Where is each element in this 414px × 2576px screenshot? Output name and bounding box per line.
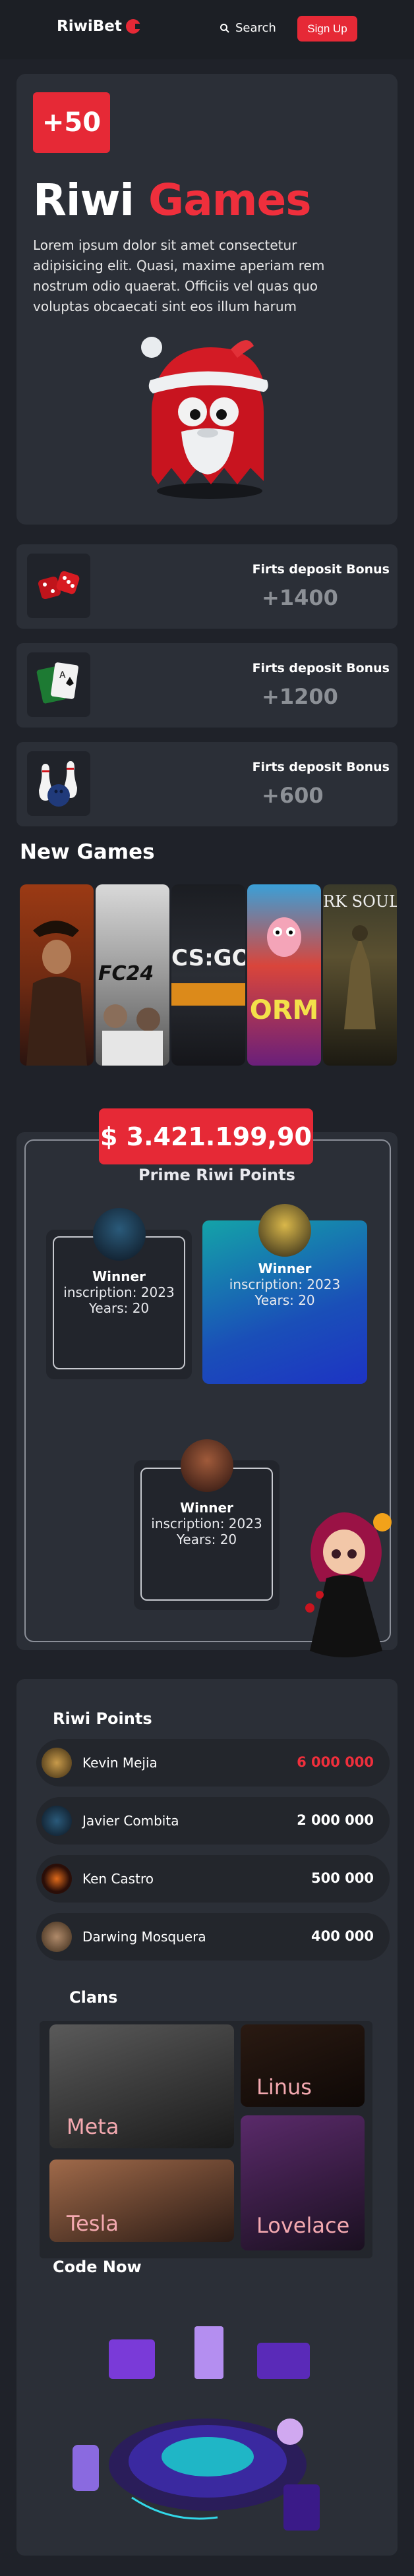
points-row[interactable]: Javier Combita 2 000 000 — [36, 1797, 390, 1845]
bonus-amount: +1400 — [262, 585, 338, 610]
game-card-dark-souls[interactable]: RK SOUL — [323, 884, 397, 1066]
avatar — [42, 1806, 72, 1836]
winner-name: Winner — [180, 1500, 233, 1516]
search-icon — [220, 23, 229, 33]
winner-inscription: inscription: 2023 — [151, 1516, 262, 1531]
bonus-amount: +1200 — [262, 684, 338, 709]
player-score: 500 000 — [311, 1870, 374, 1886]
winner-card[interactable]: Winner inscription: 2023 Years: 20 — [53, 1208, 185, 1369]
player-name: Javier Combita — [82, 1813, 179, 1829]
clan-card-lovelace[interactable]: Lovelace — [241, 2115, 365, 2250]
player-name: Kevin Mejia — [82, 1755, 158, 1771]
search-button[interactable]: Search — [220, 21, 276, 35]
player-name: Darwing Mosquera — [82, 1929, 206, 1945]
bonus-card[interactable]: Firts deposit Bonus +1400 — [16, 544, 398, 629]
prime-title: Prime Riwi Points — [138, 1166, 295, 1184]
points-title: Riwi Points — [53, 1709, 152, 1728]
winner-years: Years: 20 — [254, 1292, 315, 1308]
clans-grid: Meta Linus Tesla Lovelace — [40, 2021, 372, 2258]
winner-card-highlighted[interactable]: Winner inscription: 2023 Years: 20 — [202, 1204, 367, 1384]
avatar — [42, 1748, 72, 1778]
hero-badge: +50 — [33, 92, 110, 153]
game-card-red-dead[interactable] — [20, 884, 94, 1066]
winner-avatar — [92, 1208, 146, 1261]
cards-icon: A — [27, 652, 90, 717]
game-card-csgo[interactable]: CS:GO — [171, 884, 245, 1066]
avatar — [42, 1864, 72, 1894]
clan-label: Linus — [256, 2075, 312, 2100]
hero-description: Lorem ipsum dolor sit amet consectetur a… — [33, 237, 325, 314]
player-score: 2 000 000 — [297, 1812, 374, 1828]
logo[interactable]: RiwiBet — [57, 18, 142, 35]
hero-title: Riwi Games — [33, 175, 312, 225]
winner-inscription: inscription: 2023 — [63, 1284, 175, 1300]
hero-title-accent: Games — [148, 175, 312, 225]
points-row[interactable]: Darwing Mosquera 400 000 — [36, 1913, 390, 1961]
game-caption: ORM — [249, 995, 319, 1025]
clan-label: Lovelace — [256, 2213, 350, 2238]
clans-title: Clans — [69, 1988, 118, 2007]
prime-total: $ 3.421.199,90 — [99, 1108, 313, 1164]
code-title: Code Now — [53, 2258, 142, 2276]
bonus-card[interactable]: A Firts deposit Bonus +1200 — [16, 643, 398, 728]
code-illustration — [53, 2313, 363, 2550]
dice-icon — [27, 554, 90, 618]
bonus-card[interactable]: Firts deposit Bonus +600 — [16, 742, 398, 826]
winner-name: Winner — [92, 1269, 146, 1284]
bonus-title: Firts deposit Bonus — [252, 760, 390, 774]
clan-label: Tesla — [67, 2211, 119, 2236]
player-score: 6 000 000 — [297, 1754, 374, 1770]
player-score: 400 000 — [311, 1928, 374, 1944]
winner-avatar — [258, 1204, 311, 1257]
game-card-fc24[interactable]: FC24 — [96, 884, 169, 1066]
logo-text: RiwiBet — [57, 18, 122, 35]
points-row[interactable]: Kevin Mejia 6 000 000 — [36, 1739, 390, 1787]
clan-card-tesla[interactable]: Tesla — [49, 2160, 234, 2242]
clan-card-meta[interactable]: Meta — [49, 2024, 234, 2148]
game-caption: CS:GO — [171, 945, 245, 971]
clan-card-linus[interactable]: Linus — [241, 2024, 365, 2107]
bonus-amount: +600 — [262, 783, 324, 808]
new-games-title: New Games — [20, 840, 155, 864]
bonus-title: Firts deposit Bonus — [252, 562, 390, 577]
game-card-worms[interactable]: ORM — [247, 884, 321, 1066]
game-banner — [171, 983, 245, 1006]
bowling-icon — [27, 751, 90, 816]
search-label: Search — [235, 21, 276, 35]
winner-inscription: inscription: 2023 — [229, 1276, 341, 1292]
avatar — [42, 1922, 72, 1952]
bonus-title: Firts deposit Bonus — [252, 661, 390, 675]
winner-years: Years: 20 — [176, 1531, 237, 1547]
points-row[interactable]: Ken Castro 500 000 — [36, 1855, 390, 1903]
svg-text:A: A — [59, 670, 66, 681]
hero-title-main: Riwi — [33, 175, 134, 225]
santa-ghost-illustration — [132, 326, 283, 504]
winner-avatar — [180, 1439, 233, 1492]
player-name: Ken Castro — [82, 1871, 154, 1887]
winner-card[interactable]: Winner inscription: 2023 Years: 20 — [140, 1439, 273, 1601]
clan-label: Meta — [67, 2114, 119, 2139]
winner-name: Winner — [258, 1261, 312, 1276]
winner-years: Years: 20 — [88, 1300, 150, 1316]
signup-button[interactable]: Sign Up — [297, 16, 357, 42]
games-carousel: FC24 CS:GO ORM RK SOUL — [20, 884, 398, 1066]
logo-mark-icon — [125, 19, 142, 34]
character-illustration — [290, 1496, 399, 1667]
